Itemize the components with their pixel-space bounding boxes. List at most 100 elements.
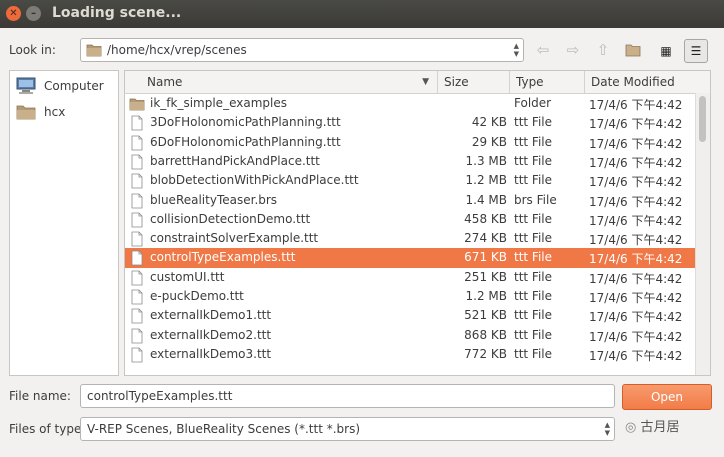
file-name-input[interactable]: controlTypeExamples.ttt [80, 384, 615, 408]
look-in-combo[interactable]: /home/hcx/vrep/scenes ▲ ▼ [80, 38, 524, 62]
title-bar: ✕ – Loading scene... [0, 0, 724, 28]
arrow-left-icon: ⇦ [536, 41, 550, 59]
file-name-cell: 3DoFHolonomicPathPlanning.ttt [150, 115, 341, 130]
scrollbar-thumb[interactable] [699, 96, 706, 142]
detail-view-button[interactable]: ☰ [684, 39, 708, 63]
file-name-cell: externalIkDemo2.ttt [150, 327, 272, 342]
file-name-cell: 6DoFHolonomicPathPlanning.ttt [150, 134, 341, 149]
file-type-label: Files of type: [9, 422, 86, 436]
file-date-cell: 17/4/6 下午4:42 [589, 194, 683, 209]
file-row[interactable]: barrettHandPickAndPlace.ttt 1.3 MB ttt Fil… [125, 152, 695, 171]
column-name-label: Name [147, 75, 183, 89]
file-type-cell: Folder [514, 96, 552, 110]
file-date-cell: 17/4/6 下午4:42 [589, 117, 683, 132]
file-icon [131, 250, 143, 266]
file-name-cell: collisionDetectionDemo.ttt [150, 211, 311, 226]
file-name-cell: externalIkDemo1.ttt [150, 308, 272, 323]
file-icon [131, 270, 143, 286]
file-date-cell: 17/4/6 下午4:42 [589, 252, 683, 267]
file-name-cell: blueRealityTeaser.brs [150, 192, 278, 207]
file-type-combo[interactable]: V-REP Scenes, BlueReality Scenes (*.ttt … [80, 417, 615, 441]
wechat-icon: ◎ [625, 420, 637, 435]
file-name-cell: controlTypeExamples.ttt [150, 250, 296, 265]
column-type-label: Type [516, 75, 544, 89]
file-size-cell: 1.4 MB [465, 192, 507, 207]
file-date-cell: 17/4/6 下午4:42 [589, 310, 683, 325]
list-view-button[interactable]: ▦ [654, 39, 678, 63]
open-button[interactable]: Open [622, 384, 712, 410]
file-type-cell: ttt File [514, 289, 553, 303]
file-icon [131, 193, 143, 208]
file-row[interactable]: 6DoFHolonomicPathPlanning.ttt 29 KB ttt Fi… [125, 133, 695, 152]
column-date-label: Date Modified [591, 75, 675, 89]
file-date-cell: 17/4/6 下午4:42 [589, 329, 683, 344]
places-sidebar: Computer hcx [9, 70, 119, 376]
grid-icon: ▦ [660, 44, 672, 58]
back-button[interactable]: ⇦ [532, 39, 554, 61]
file-icon [131, 231, 143, 247]
file-type-cell: ttt File [514, 231, 553, 246]
arrow-up-icon: ⇧ [596, 41, 610, 59]
column-size[interactable]: Size [438, 71, 510, 93]
vertical-scrollbar[interactable] [695, 93, 710, 375]
file-icon [131, 115, 143, 131]
parent-dir-button[interactable]: ⇧ [592, 39, 614, 61]
window-title: Loading scene... [52, 5, 182, 21]
file-icon [131, 289, 143, 305]
file-date-cell: 17/4/6 下午4:42 [589, 213, 683, 228]
column-size-label: Size [444, 75, 469, 89]
watermark: ◎ 古月居 [625, 416, 680, 435]
file-row[interactable]: blobDetectionWithPickAndPlace.ttt 1.2 MB t… [125, 171, 695, 190]
file-row[interactable]: customUI.ttt 251 KB ttt File 17/4/6 下午4:42 [125, 268, 695, 287]
file-icon [131, 328, 143, 343]
file-row[interactable]: collisionDetectionDemo.ttt 458 KB ttt File… [125, 210, 695, 229]
file-size-cell: 458 KB [464, 211, 507, 226]
file-icon [131, 212, 143, 228]
file-row[interactable]: externalIkDemo3.ttt 772 KB ttt File 17/4/6 … [125, 345, 695, 364]
file-icon [131, 173, 143, 189]
column-type[interactable]: Type [510, 71, 585, 93]
minimize-button[interactable]: – [26, 6, 41, 21]
file-type-cell: ttt File [514, 346, 553, 361]
file-date-cell: 17/4/6 下午4:42 [589, 98, 683, 112]
folder-icon [129, 98, 145, 111]
file-size-cell: 772 KB [464, 346, 507, 361]
file-type-cell: ttt File [514, 269, 553, 284]
file-name-cell: blobDetectionWithPickAndPlace.ttt [150, 173, 359, 188]
file-date-cell: 17/4/6 下午4:42 [589, 136, 683, 151]
new-folder-icon [625, 44, 641, 57]
file-row[interactable]: blueRealityTeaser.brs 1.4 MB brs File 17/4/… [125, 191, 695, 210]
look-in-path: /home/hcx/vrep/scenes [107, 43, 247, 57]
arrow-right-icon: ⇨ [566, 41, 580, 59]
file-type-cell: ttt File [514, 250, 553, 265]
close-button[interactable]: ✕ [6, 6, 21, 21]
forward-button[interactable]: ⇨ [562, 39, 584, 61]
file-type-cell: ttt File [514, 134, 553, 149]
file-row[interactable]: ik_fk_simple_examples Folder 17/4/6 下午4:42 [125, 94, 695, 113]
column-name[interactable]: Name ▼ [141, 71, 438, 93]
file-name-cell: e-puckDemo.ttt [150, 289, 244, 303]
file-name-cell: customUI.ttt [150, 269, 225, 284]
file-type-cell: ttt File [514, 327, 553, 342]
column-date[interactable]: Date Modified [585, 71, 710, 93]
place-label: hcx [44, 105, 66, 119]
file-date-cell: 17/4/6 下午4:42 [589, 155, 683, 170]
new-folder-button[interactable] [622, 39, 644, 61]
file-name-value: controlTypeExamples.ttt [87, 389, 233, 403]
file-size-cell: 42 KB [471, 115, 507, 130]
file-row[interactable]: constraintSolverExample.ttt 274 KB ttt Fil… [125, 229, 695, 248]
file-row[interactable]: 3DoFHolonomicPathPlanning.ttt 42 KB ttt Fi… [125, 113, 695, 132]
file-type-cell: ttt File [514, 153, 553, 168]
file-row[interactable]: controlTypeExamples.ttt 671 KB ttt File 17/… [125, 248, 695, 268]
detail-list-icon: ☰ [690, 44, 702, 58]
file-row[interactable]: externalIkDemo1.ttt 521 KB ttt File 17/4/6 … [125, 306, 695, 325]
file-size-cell: 1.3 MB [465, 153, 507, 168]
file-size-cell: 671 KB [464, 250, 507, 265]
file-size-cell: 274 KB [464, 231, 507, 246]
file-row[interactable]: externalIkDemo2.ttt 868 KB ttt File 17/4/6 … [125, 326, 695, 345]
file-row[interactable]: e-puckDemo.ttt 1.2 MB ttt File 17/4/6 下午4:4… [125, 287, 695, 306]
watermark-text: 古月居 [640, 420, 680, 435]
file-size-cell: 251 KB [464, 269, 507, 284]
file-icon [131, 154, 143, 170]
file-type-cell: brs File [514, 192, 557, 207]
